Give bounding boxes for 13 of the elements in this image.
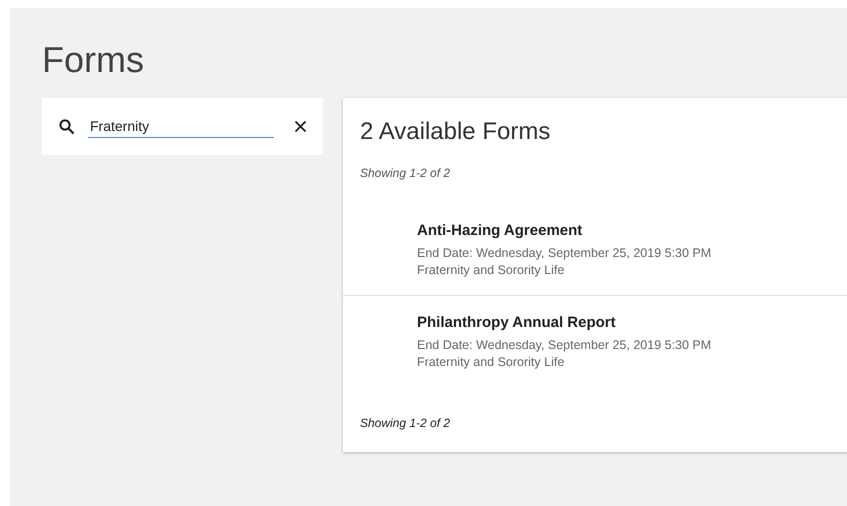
form-title-link[interactable]: Anti-Hazing Agreement [417,222,582,239]
form-end-date: End Date: Wednesday, September 25, 2019 5:30 PM [417,245,712,262]
results-count: Showing 1-2 of 2 [359,416,452,430]
page-title: Forms [42,38,145,82]
form-title-link[interactable]: Philanthropy Annual Report [417,314,616,331]
form-organization: Fraternity and Sorority Life [417,354,564,371]
form-end-date: End Date: Wednesday, September 25, 2019 5:30 PM [417,337,712,354]
clear-button[interactable] [292,118,309,135]
form-organization: Fraternity and Sorority Life [417,262,564,279]
results-count: Showing 1-2 of 2 [359,166,452,180]
search-bar[interactable]: Fraternity [42,98,323,155]
search-icon [59,119,74,134]
results-heading: 2 Available Forms [359,117,552,147]
